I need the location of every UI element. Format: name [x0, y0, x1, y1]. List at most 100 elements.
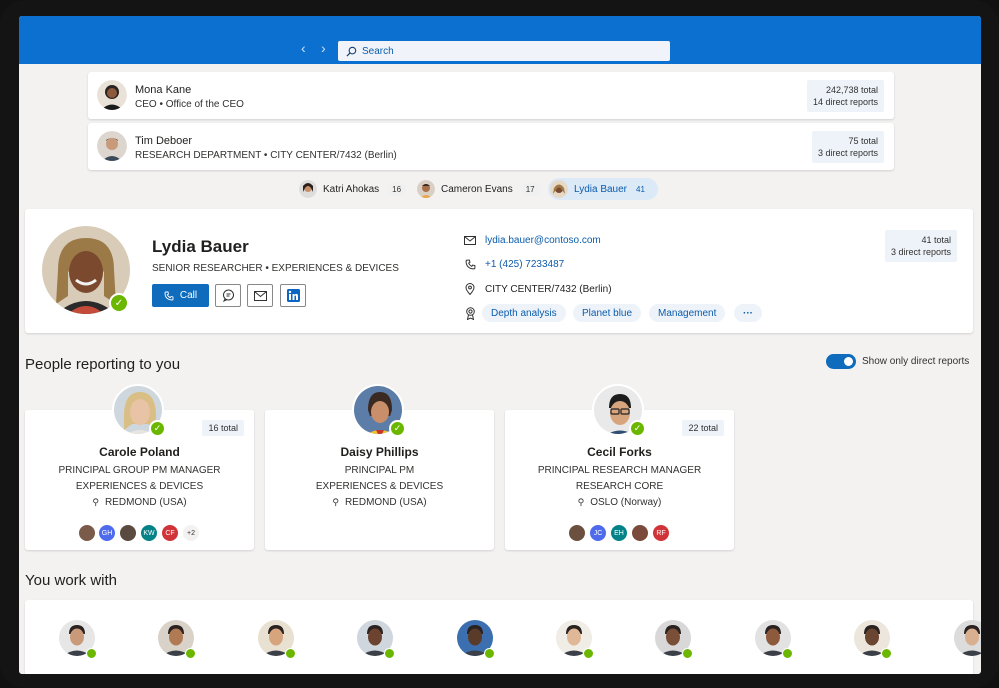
report-card-carole-poland[interactable]: ✓ 16 total Carole Poland PRINCIPAL GROUP…	[25, 384, 254, 550]
total-count: 41 total	[921, 235, 952, 245]
report-department: EXPERIENCES & DEVICES	[315, 481, 444, 492]
phone-icon	[164, 291, 174, 300]
breadcrumb-name: Katri Ahokas	[323, 183, 380, 195]
manager-card-mona-kane[interactable]: Mona Kane CEO • Office of the CEO 242,73…	[88, 72, 894, 119]
profile-card: ✓ Lydia Bauer SENIOR RESEARCHER • EXPERI…	[25, 209, 973, 333]
email-button[interactable]	[247, 284, 273, 307]
direct-count: 3 direct reports	[817, 148, 878, 158]
colleague-avatar[interactable]	[953, 620, 981, 656]
skill-tag[interactable]: Planet blue	[573, 304, 642, 322]
location-pin-icon	[463, 283, 477, 295]
phone-icon	[463, 259, 477, 270]
report-avatar[interactable]: CF	[161, 524, 179, 542]
avatar	[417, 180, 435, 198]
report-avatar[interactable]	[119, 524, 137, 542]
report-card-cecil-forks[interactable]: ✓ 22 total Cecil Forks PRINCIPAL RESEARC…	[505, 384, 734, 550]
device-frame: ‹ › Search Mona Kane CEO • Office of the…	[0, 0, 999, 688]
location-text: REDMOND (USA)	[104, 497, 187, 508]
mail-icon	[463, 236, 477, 245]
report-count: 41 total 3 direct reports	[885, 230, 958, 262]
presence-available-icon: ✓	[149, 420, 166, 437]
linkedin-button[interactable]	[280, 284, 306, 307]
report-avatar[interactable]: KW	[140, 524, 158, 542]
report-name: Daisy Phillips	[340, 445, 419, 459]
breadcrumb-name: Lydia Bauer	[574, 183, 627, 195]
report-department: EXPERIENCES & DEVICES	[75, 481, 204, 492]
manager-subtitle: CEO • Office of the CEO	[135, 99, 244, 110]
presence-available-icon	[284, 648, 296, 659]
phone-row[interactable]: +1 (425) 7233487	[463, 259, 564, 270]
top-bar: ‹ › Search	[19, 16, 981, 64]
report-title: PRINCIPAL RESEARCH MANAGER	[537, 465, 702, 476]
location-pin-icon: ⚲	[92, 497, 99, 507]
breadcrumb-lydia-bauer[interactable]: Lydia Bauer 41	[548, 178, 658, 200]
presence-available-icon	[881, 648, 893, 659]
report-title: PRINCIPAL PM	[344, 465, 415, 476]
avatar	[97, 131, 127, 161]
avatar	[299, 180, 317, 198]
report-count: 242,738 total 14 direct reports	[806, 80, 884, 112]
back-arrow-icon[interactable]: ‹	[301, 41, 306, 55]
presence-available-icon	[781, 648, 793, 659]
report-avatar[interactable]	[631, 524, 649, 542]
manager-card-tim-deboer[interactable]: Tim Deboer RESEARCH DEPARTMENT • CITY CE…	[88, 123, 894, 170]
presence-available-icon: ✓	[629, 420, 646, 437]
skill-tag[interactable]: Depth analysis	[482, 304, 566, 322]
email-row[interactable]: lydia.bauer@contoso.com	[463, 235, 601, 246]
avatar	[97, 80, 127, 110]
call-button[interactable]: Call	[152, 284, 209, 307]
report-title: PRINCIPAL GROUP PM MANAGER	[58, 465, 221, 476]
breadcrumb: Katri Ahokas 16 Cameron Evans 17 Lydia B…	[19, 178, 981, 200]
report-location: ⚲ REDMOND (USA)	[265, 497, 494, 508]
presence-available-icon: ✓	[109, 293, 129, 313]
phone-link[interactable]: +1 (425) 7233487	[485, 259, 564, 270]
mail-icon	[253, 290, 267, 301]
report-card-daisy-phillips[interactable]: ✓ Daisy Phillips PRINCIPAL PM EXPERIENCE…	[265, 384, 494, 550]
work-with-strip	[25, 600, 981, 674]
skill-tag[interactable]: Management	[649, 304, 726, 322]
email-link[interactable]: lydia.bauer@contoso.com	[485, 235, 601, 246]
report-avatar[interactable]	[78, 524, 96, 542]
section-title-reporting: People reporting to you	[25, 356, 181, 373]
direct-reports-toggle[interactable]	[826, 354, 856, 369]
skills-award-icon	[465, 307, 476, 325]
report-avatar[interactable]: GH	[98, 524, 116, 542]
report-location: ⚲ OSLO (Norway)	[505, 497, 734, 508]
call-label: Call	[179, 290, 198, 301]
location-pin-icon: ⚲	[577, 497, 585, 507]
forward-arrow-icon[interactable]: ›	[321, 41, 326, 55]
report-avatar[interactable]: JC	[589, 524, 607, 542]
total-count: 22 total	[682, 420, 724, 436]
breadcrumb-count: 16	[387, 182, 407, 196]
report-name: Carole Poland	[99, 445, 180, 459]
location-row: CITY CENTER/7432 (Berlin)	[463, 283, 612, 295]
manager-name: Tim Deboer	[135, 135, 193, 147]
manager-name: Mona Kane	[135, 84, 192, 96]
direct-count: 3 direct reports	[891, 247, 952, 257]
more-skills-button[interactable]: ···	[734, 304, 762, 322]
linkedin-icon	[286, 289, 300, 302]
report-count: 75 total 3 direct reports	[811, 131, 884, 163]
chat-button[interactable]	[215, 284, 241, 307]
avatar	[550, 180, 568, 198]
breadcrumb-cameron-evans[interactable]: Cameron Evans 17	[415, 178, 540, 200]
total-count: 242,738 total	[825, 85, 878, 95]
section-title-work-with: You work with	[25, 572, 117, 589]
total-count: 75 total	[848, 136, 878, 146]
location-text: CITY CENTER/7432 (Berlin)	[485, 283, 612, 295]
presence-available-icon	[682, 648, 694, 659]
presence-available-icon: ✓	[389, 420, 406, 437]
presence-available-icon	[185, 648, 197, 659]
report-avatar[interactable]: EH	[610, 524, 628, 542]
total-count: 16 total	[202, 420, 244, 436]
breadcrumb-katri-ahokas[interactable]: Katri Ahokas 16	[297, 178, 407, 200]
profile-title: SENIOR RESEARCHER • EXPERIENCES & DEVICE…	[152, 263, 399, 274]
presence-available-icon	[384, 648, 396, 659]
more-reports-badge[interactable]: +2	[182, 524, 200, 542]
presence-available-icon	[583, 648, 594, 659]
profile-name: Lydia Bauer	[152, 237, 249, 256]
search-icon	[346, 46, 357, 57]
search-input[interactable]: Search	[338, 41, 670, 61]
report-avatar[interactable]	[568, 524, 586, 542]
report-avatar[interactable]: RF	[652, 524, 670, 542]
